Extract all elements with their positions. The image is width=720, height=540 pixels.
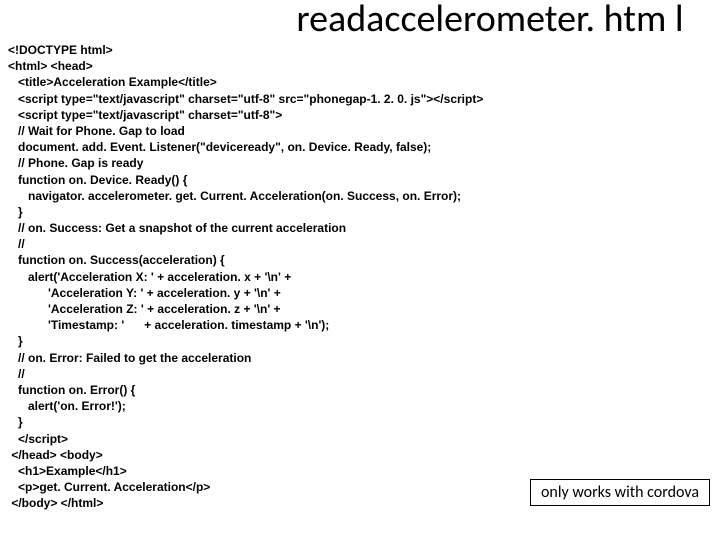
slide-title: readaccelerometer. htm l [260, 0, 720, 40]
note-box: only works with cordova [530, 479, 710, 506]
note-text: only works with cordova [541, 483, 699, 502]
code-block: <!DOCTYPE html> <html> <head> <title>Acc… [8, 42, 712, 511]
